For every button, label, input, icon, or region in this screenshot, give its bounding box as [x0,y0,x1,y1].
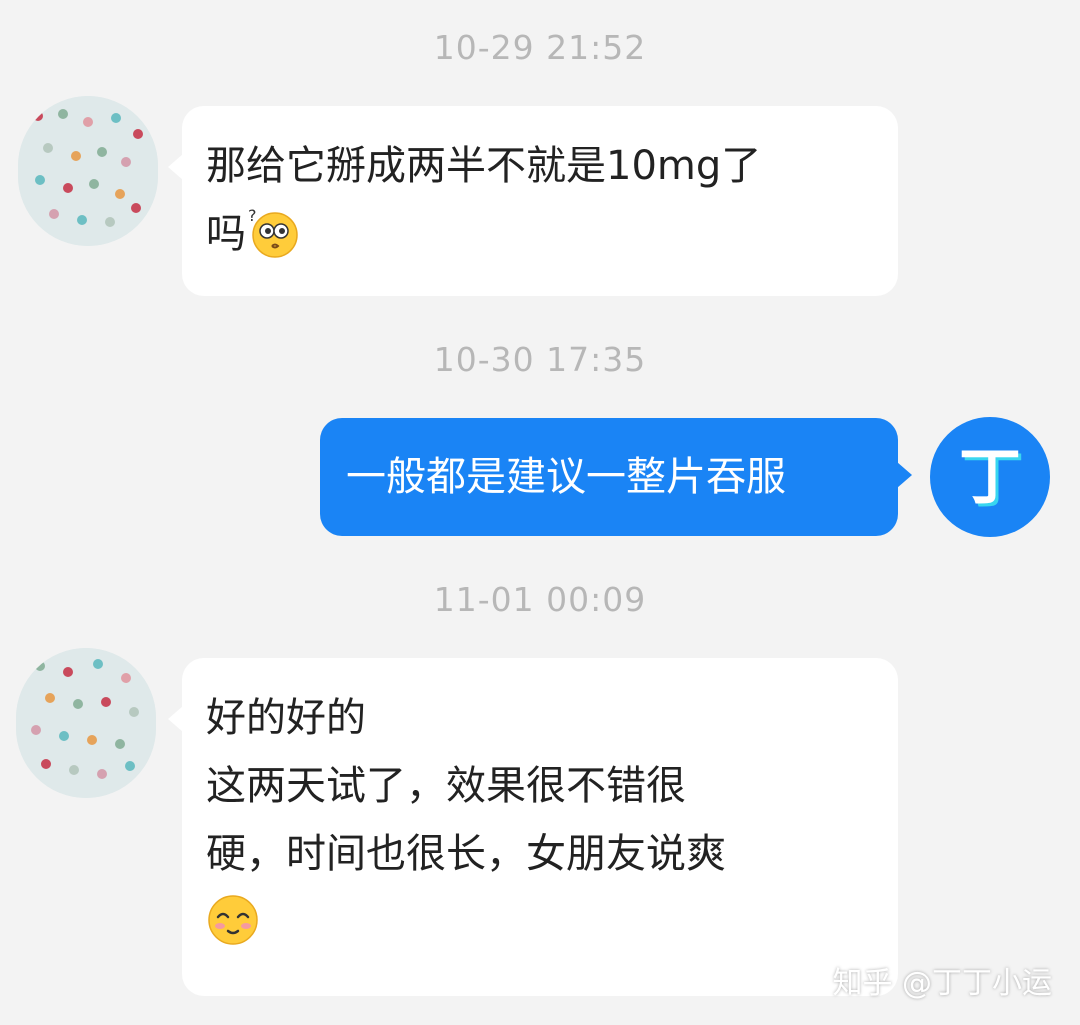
message-emoji-line [206,888,874,956]
chat-conversation: 10-29 21:52 那给它掰成两半不就是10mg了 吗 ? 10-30 17… [0,0,1080,1025]
blurred-dots-icon [18,96,158,246]
my-avatar[interactable]: 丁 [930,417,1050,537]
incoming-message-bubble[interactable]: 那给它掰成两半不就是10mg了 吗 ? [168,106,898,296]
blurred-dots-icon [16,648,156,798]
contact-avatar-blurred[interactable] [18,96,158,246]
message-timestamp: 10-29 21:52 [433,28,647,67]
incoming-message-bubble[interactable]: 好的好的 这两天试了，效果很不错很 硬，时间也很长，女朋友说爽 [168,658,898,996]
message-line: 好的好的 [206,695,366,741]
message-timestamp: 10-30 17:35 [433,340,647,379]
pleased-face-emoji-icon [208,895,258,945]
message-line-text: 吗 [206,211,246,257]
message-line-with-emoji: 吗 ? [206,200,874,268]
zhihu-watermark: 知乎 @丁丁小运 [832,966,1052,1001]
outgoing-message-bubble[interactable]: 一般都是建议一整片吞服 [320,418,912,536]
svg-text:?: ? [248,206,257,225]
contact-avatar-blurred[interactable] [16,648,156,798]
message-line: 这两天试了，效果很不错很 [206,763,686,809]
message-timestamp: 11-01 00:09 [433,580,647,619]
message-line: 硬，时间也很长，女朋友说爽 [206,831,726,877]
message-line: 那给它掰成两半不就是10mg了 [206,143,762,189]
thinking-face-emoji-icon: ? [248,206,298,258]
message-line: 一般都是建议一整片吞服 [346,454,786,500]
